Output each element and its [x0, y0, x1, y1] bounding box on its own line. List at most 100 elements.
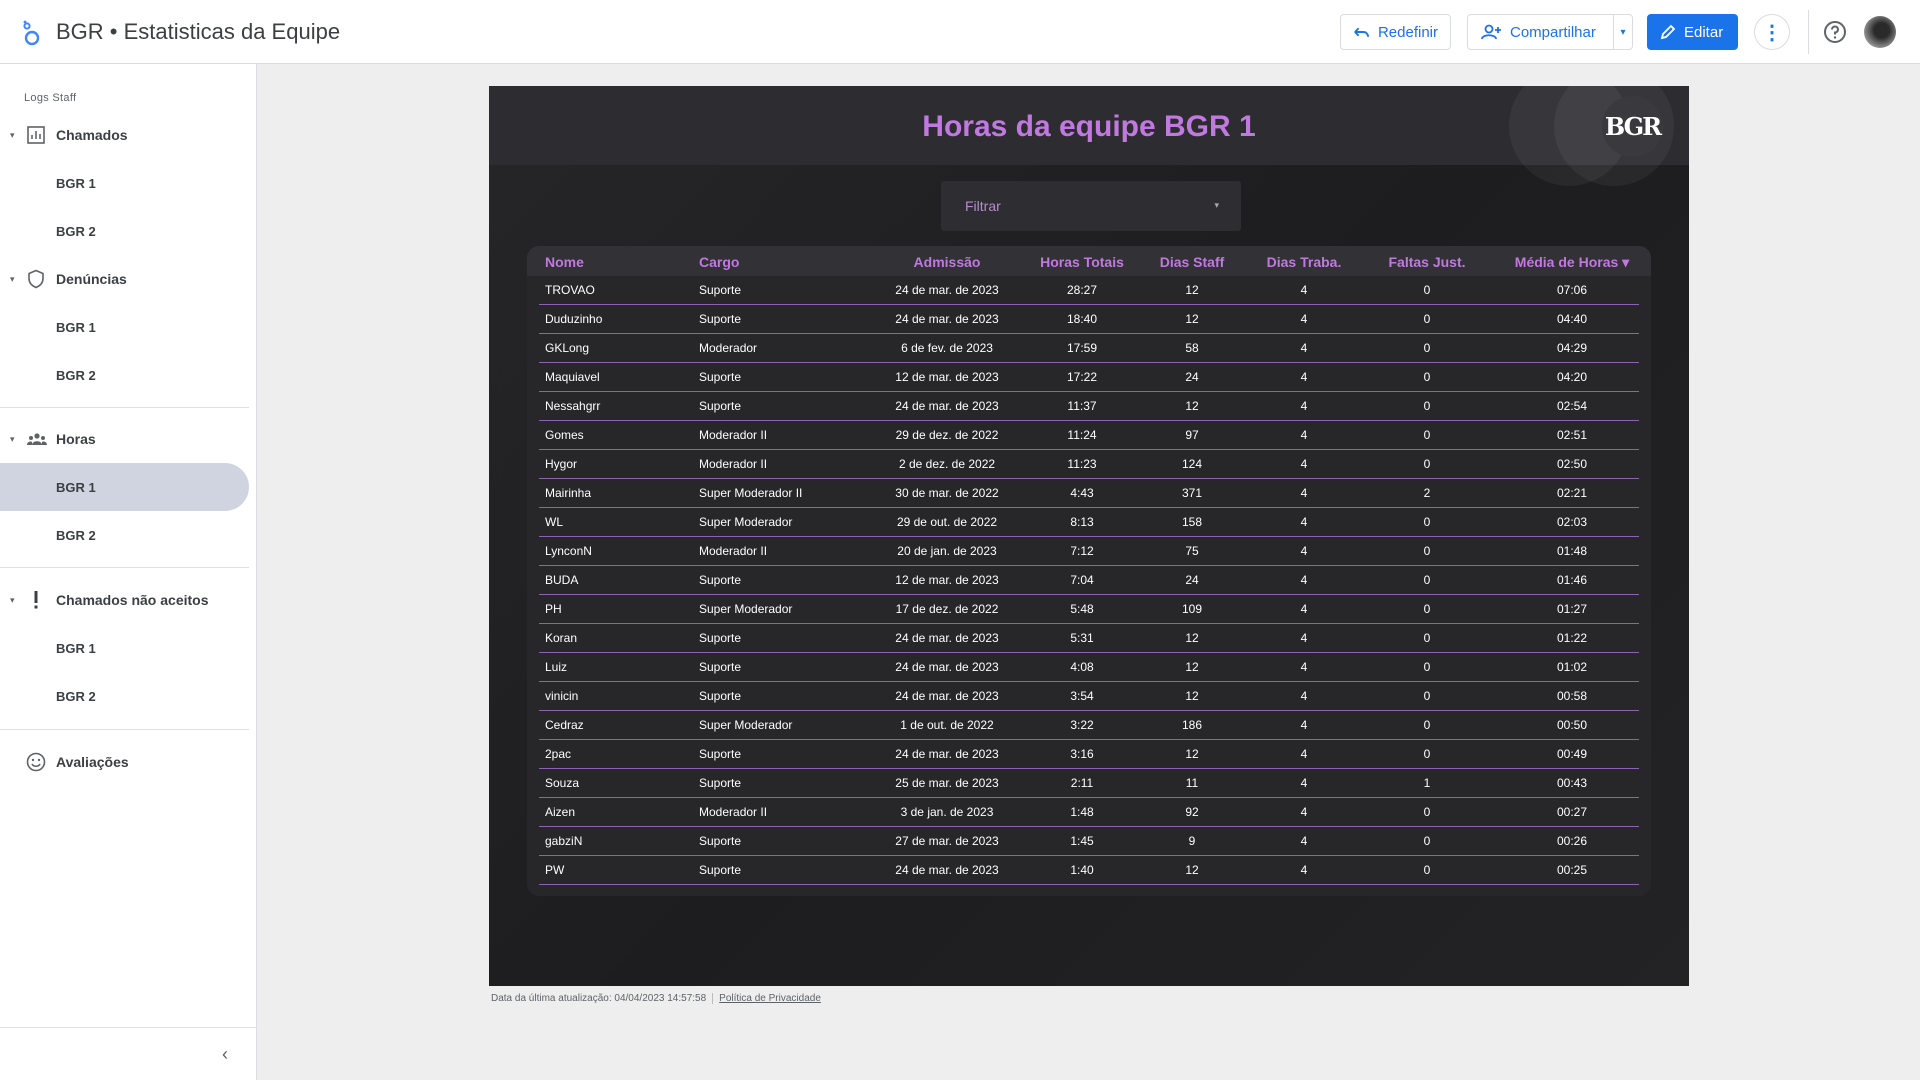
column-header-faltas-justificadas[interactable]: Faltas Just.	[1372, 254, 1482, 270]
cell-media-de-horas: 01:22	[1556, 631, 1588, 645]
sidebar-group-horas[interactable]: ▾ Horas	[0, 415, 257, 463]
sidebar-item-denuncias-bgr1[interactable]: BGR 1	[0, 303, 249, 351]
column-header-horas-totais[interactable]: Horas Totais	[1027, 254, 1137, 270]
cell-cargo: Suporte	[699, 660, 742, 674]
sidebar-group-chamados-nao-aceitos[interactable]: ▾ Chamados não aceitos	[0, 576, 257, 624]
sidebar-group-denuncias[interactable]: ▾ Denúncias	[0, 255, 257, 303]
column-header-nome[interactable]: Nome	[545, 254, 695, 270]
table-row[interactable]: PW Suporte 24 de mar. de 2023 1:40 12 4 0 00:25	[539, 856, 1639, 885]
last-updated-text: Data da última atualização: 04/04/2023 1…	[491, 993, 707, 1004]
cell-media-de-horas: 02:03	[1556, 515, 1588, 529]
sidebar-item-chamados-bgr2[interactable]: BGR 2	[0, 207, 249, 255]
avatar[interactable]	[1864, 16, 1896, 48]
collapse-sidebar-icon[interactable]: ‹	[222, 1044, 228, 1065]
table-row[interactable]: Cedraz Super Moderador 1 de out. de 2022 3:…	[539, 711, 1639, 740]
table-row[interactable]: Duduzinho Suporte 24 de mar. de 2023 18:40 1…	[539, 305, 1639, 334]
column-header-dias-trabalhados[interactable]: Dias Traba.	[1249, 254, 1359, 270]
cell-admissao: 29 de out. de 2022	[896, 515, 998, 529]
sidebar-item-nao-aceitos-bgr2[interactable]: BGR 2	[0, 672, 249, 720]
share-button[interactable]: Compartilhar	[1467, 14, 1630, 50]
cell-dias-trabalhados: 4	[1300, 747, 1308, 761]
cell-media-de-horas: 00:50	[1556, 718, 1588, 732]
sidebar-group-avaliacoes[interactable]: Avaliações	[0, 738, 257, 786]
table-row[interactable]: LynconN Moderador II 20 de jan. de 2023 7:1…	[539, 537, 1639, 566]
cell-faltas-justificadas: 0	[1423, 631, 1431, 645]
sidebar-item-label: BGR 1	[56, 479, 96, 495]
column-header-cargo[interactable]: Cargo	[699, 254, 869, 270]
cell-dias-trabalhados: 4	[1300, 718, 1308, 732]
sidebar-item-label: BGR 1	[56, 319, 96, 335]
table-row[interactable]: Aizen Moderador II 3 de jan. de 2023 1:48 92…	[539, 798, 1639, 827]
cell-dias-staff: 124	[1181, 457, 1203, 471]
cell-nome: TROVAO	[545, 283, 595, 297]
sidebar-item-horas-bgr2[interactable]: BGR 2	[0, 511, 249, 559]
cell-dias-staff: 97	[1185, 428, 1199, 442]
table-row[interactable]: Mairinha Super Moderador II 30 de mar. de …	[539, 479, 1639, 508]
cell-faltas-justificadas: 0	[1423, 573, 1431, 587]
cell-nome: Gomes	[545, 428, 584, 442]
cell-admissao: 17 de dez. de 2022	[895, 602, 999, 616]
cell-admissao: 24 de mar. de 2023	[895, 631, 999, 645]
cell-admissao: 24 de mar. de 2023	[895, 283, 999, 297]
table-row[interactable]: Hygor Moderador II 2 de dez. de 2022 11:23 1…	[539, 450, 1639, 479]
edit-button-label: Editar	[1684, 23, 1724, 41]
table-row[interactable]: Nessahgrr Suporte 24 de mar. de 2023 11:37 1…	[539, 392, 1639, 421]
cell-faltas-justificadas: 0	[1423, 834, 1431, 848]
reset-button[interactable]: Redefinir	[1340, 14, 1451, 50]
table-row[interactable]: gabziN Suporte 27 de mar. de 2023 1:45 9 4 0 00…	[539, 827, 1639, 856]
column-header-admissao[interactable]: Admissão	[867, 254, 1027, 270]
cell-admissao: 6 de fev. de 2023	[901, 341, 993, 355]
privacy-policy-link[interactable]: Política de Privacidade	[719, 993, 821, 1004]
table-row[interactable]: PH Super Moderador 17 de dez. de 2022 5:48 1…	[539, 595, 1639, 624]
cell-dias-trabalhados: 4	[1300, 486, 1308, 500]
cell-dias-staff: 11	[1185, 776, 1199, 790]
cell-dias-staff: 109	[1181, 602, 1203, 616]
undo-icon	[1354, 27, 1370, 37]
cell-dias-staff: 9	[1188, 834, 1196, 848]
table-row[interactable]: Souza Suporte 25 de mar. de 2023 2:11 11 4 1 00…	[539, 769, 1639, 798]
sidebar-divider	[0, 567, 249, 568]
sidebar-item-horas-bgr1[interactable]: BGR 1	[0, 463, 249, 511]
cell-media-de-horas: 02:51	[1556, 428, 1588, 442]
cell-faltas-justificadas: 0	[1423, 602, 1431, 616]
cell-nome: gabziN	[545, 834, 583, 848]
cell-dias-trabalhados: 4	[1300, 689, 1308, 703]
cell-faltas-justificadas: 1	[1423, 776, 1431, 790]
sidebar-item-chamados-bgr1[interactable]: BGR 1	[0, 159, 249, 207]
table-row[interactable]: GKLong Moderador 6 de fev. de 2023 17:59 58 4…	[539, 334, 1639, 363]
cell-nome: Souza	[545, 776, 580, 790]
filter-dropdown[interactable]: Filtrar ▾	[941, 181, 1241, 231]
column-header-dias-staff[interactable]: Dias Staff	[1137, 254, 1247, 270]
cell-media-de-horas: 07:06	[1556, 283, 1588, 297]
sidebar: Logs Staff ▾ Chamados BGR 1 BGR 2 ▾ Denú…	[0, 64, 257, 1080]
cell-faltas-justificadas: 0	[1423, 428, 1431, 442]
looker-studio-logo-icon	[23, 20, 40, 46]
table-row[interactable]: TROVAO Suporte 24 de mar. de 2023 28:27 12 4 0…	[539, 276, 1639, 305]
chevron-down-icon: ▾	[1214, 200, 1219, 210]
more-options-button[interactable]: ⋮	[1754, 14, 1790, 50]
sidebar-item-label: BGR 2	[56, 688, 96, 704]
sidebar-item-label: BGR 2	[56, 367, 96, 383]
table-row[interactable]: WL Super Moderador 29 de out. de 2022 8:13 1…	[539, 508, 1639, 537]
chevron-down-icon: ▾	[10, 273, 15, 284]
sidebar-item-nao-aceitos-bgr1[interactable]: BGR 1	[0, 624, 249, 672]
chevron-down-icon: ▾	[1620, 26, 1626, 38]
table-row[interactable]: vinicin Suporte 24 de mar. de 2023 3:54 12 4 0…	[539, 682, 1639, 711]
cell-dias-trabalhados: 4	[1300, 776, 1308, 790]
column-header-media-de-horas[interactable]: Média de Horas ▾	[1502, 254, 1642, 271]
cell-faltas-justificadas: 0	[1423, 863, 1431, 877]
table-row[interactable]: 2pac Suporte 24 de mar. de 2023 3:16 12 4 0 00:…	[539, 740, 1639, 769]
cell-horas-totais: 1:48	[1070, 805, 1094, 819]
cell-horas-totais: 3:54	[1070, 689, 1094, 703]
table-row[interactable]: Gomes Moderador II 29 de dez. de 2022 11:24…	[539, 421, 1639, 450]
share-options-button[interactable]: ▾	[1613, 14, 1633, 50]
edit-button[interactable]: Editar	[1647, 14, 1738, 50]
table-row[interactable]: Koran Suporte 24 de mar. de 2023 5:31 12 4 0 01…	[539, 624, 1639, 653]
sidebar-item-label: BGR 1	[56, 640, 96, 656]
help-icon[interactable]	[1823, 20, 1847, 44]
table-row[interactable]: BUDA Suporte 12 de mar. de 2023 7:04 24 4 0 01:…	[539, 566, 1639, 595]
sidebar-group-chamados[interactable]: ▾ Chamados	[0, 111, 257, 159]
table-row[interactable]: Maquiavel Suporte 12 de mar. de 2023 17:22 2…	[539, 363, 1639, 392]
sidebar-item-denuncias-bgr2[interactable]: BGR 2	[0, 351, 249, 399]
table-row[interactable]: Luiz Suporte 24 de mar. de 2023 4:08 12 4 0 01:…	[539, 653, 1639, 682]
